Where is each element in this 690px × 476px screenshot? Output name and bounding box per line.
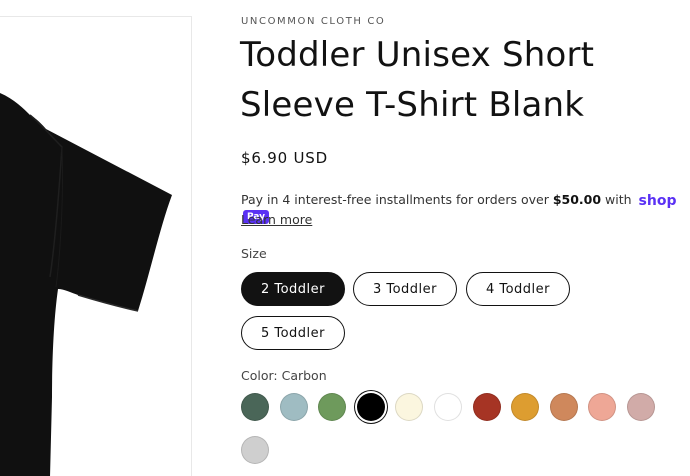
learn-more-link[interactable]: Learn more — [241, 212, 312, 227]
product-vendor: UNCOMMON CLOTH CO — [241, 16, 386, 27]
color-swatch-white[interactable] — [434, 393, 462, 421]
product-image[interactable] — [0, 16, 192, 476]
size-option-2-toddler[interactable]: 2 Toddler — [241, 272, 345, 306]
installments-text: Pay in 4 interest-free installments for … — [241, 192, 553, 207]
product-price: $6.90 USD — [241, 149, 328, 167]
color-swatch-cream[interactable] — [395, 393, 424, 421]
color-swatch-rust-red[interactable] — [472, 393, 501, 421]
color-label: Color: Carbon — [241, 368, 327, 383]
color-swatch-light-gray[interactable] — [241, 436, 269, 464]
product-title: Toddler Unisex Short Sleeve T-Shirt Blan… — [240, 35, 595, 125]
installments-text-after: with — [601, 192, 632, 207]
installments-threshold: $50.00 — [552, 192, 602, 207]
color-swatch-terracotta[interactable] — [549, 393, 578, 421]
color-swatch-mustard[interactable] — [511, 393, 540, 421]
size-option-5-toddler[interactable]: 5 Toddler — [241, 316, 345, 350]
color-swatch-dark-green-gray[interactable] — [241, 393, 269, 421]
color-swatch-peach[interactable] — [588, 393, 617, 421]
size-option-4-toddler[interactable]: 4 Toddler — [466, 272, 570, 306]
color-swatch-sage-green[interactable] — [318, 393, 347, 421]
size-label: Size — [241, 246, 267, 261]
color-swatch-dusty-rose[interactable] — [627, 393, 655, 421]
shop-pay-logo: shop — [638, 192, 677, 209]
color-swatch-carbon[interactable] — [356, 393, 385, 421]
size-option-3-toddler[interactable]: 3 Toddler — [353, 272, 457, 306]
color-swatch-light-blue-gray[interactable] — [279, 393, 308, 421]
t-shirt-image — [0, 93, 172, 476]
